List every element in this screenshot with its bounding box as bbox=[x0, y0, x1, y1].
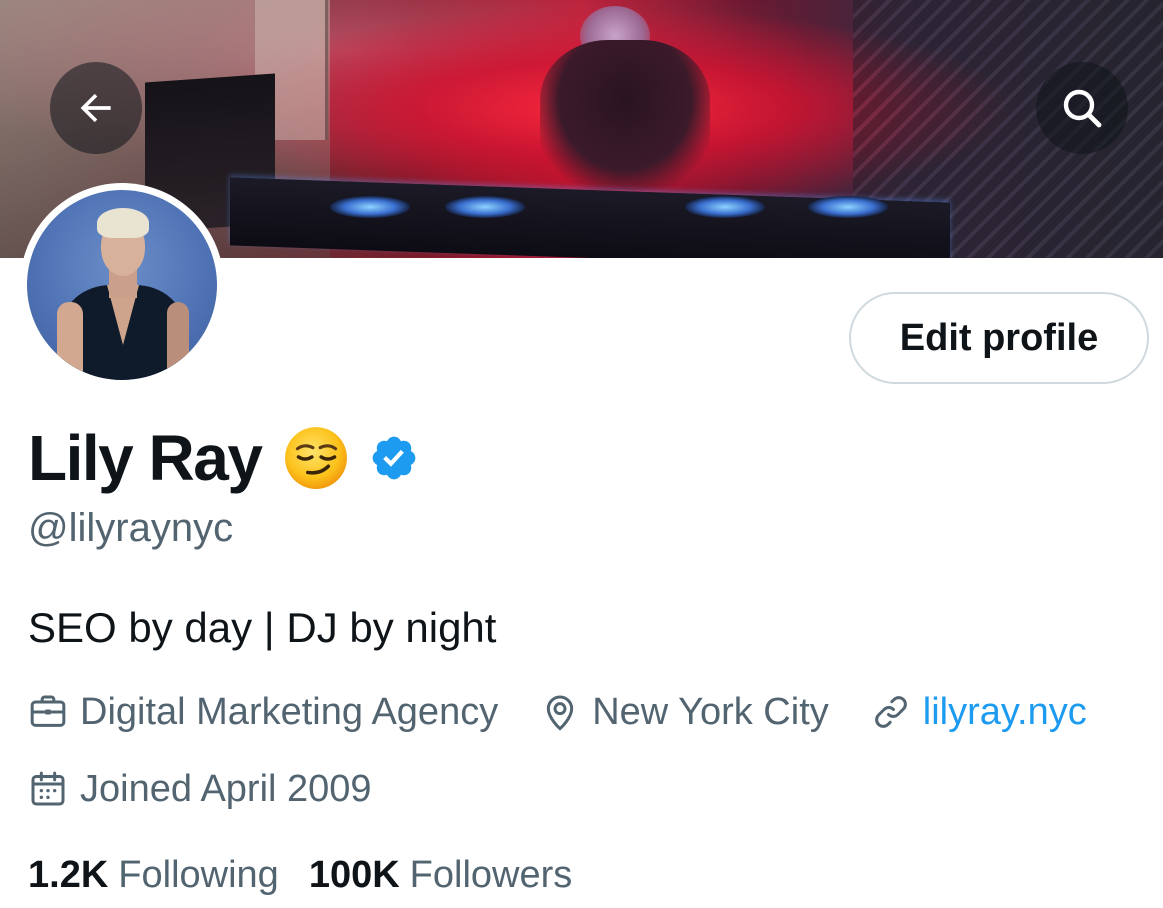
display-name: Lily Ray bbox=[28, 422, 263, 494]
banner-jog-wheel bbox=[685, 196, 765, 218]
banner-jog-wheel bbox=[445, 196, 525, 218]
followers-label: Followers bbox=[409, 853, 573, 896]
profile-category: Digital Marketing Agency bbox=[28, 691, 498, 734]
arrow-left-icon bbox=[80, 93, 111, 123]
following-label: Following bbox=[118, 853, 279, 896]
followers-link[interactable]: 100K Followers bbox=[309, 854, 572, 897]
verified-badge-icon bbox=[373, 436, 416, 480]
followers-count: 100K bbox=[308, 853, 400, 896]
banner-jog-wheel bbox=[808, 196, 888, 218]
profile-page: Edit profile Lily Ray @lilyraynyc SEO by… bbox=[0, 0, 1163, 908]
following-count: 1.2K bbox=[28, 853, 109, 896]
banner-dj-body bbox=[540, 40, 710, 190]
calendar-icon bbox=[31, 771, 65, 806]
profile-location: New York City bbox=[540, 691, 829, 734]
back-button[interactable] bbox=[50, 62, 142, 154]
location-pin-icon bbox=[547, 695, 574, 731]
profile-joined: Joined April 2009 bbox=[28, 768, 372, 811]
following-link[interactable]: 1.2K Following bbox=[28, 854, 279, 897]
profile-name-row: Lily Ray bbox=[28, 418, 419, 498]
profile-bio: SEO by day | DJ by night bbox=[28, 604, 497, 651]
joined-text: Joined April 2009 bbox=[80, 767, 372, 810]
website-link[interactable]: lilyray.nyc bbox=[923, 691, 1087, 734]
banner-jog-wheel bbox=[330, 196, 410, 218]
profile-website[interactable]: lilyray.nyc bbox=[871, 691, 1087, 734]
profile-handle: @lilyraynyc bbox=[28, 506, 234, 550]
smirking-face-emoji-icon bbox=[285, 427, 348, 489]
avatar-photo bbox=[27, 190, 217, 380]
category-text: Digital Marketing Agency bbox=[80, 690, 499, 733]
avatar[interactable] bbox=[20, 183, 224, 387]
profile-joined-row: Joined April 2009 bbox=[28, 762, 372, 816]
location-text: New York City bbox=[592, 690, 829, 733]
edit-profile-button[interactable]: Edit profile bbox=[849, 292, 1149, 384]
search-button[interactable] bbox=[1036, 62, 1128, 154]
search-icon bbox=[1063, 89, 1102, 128]
link-icon bbox=[874, 696, 907, 728]
profile-stats: 1.2K Following 100K Followers bbox=[28, 848, 602, 902]
profile-meta-row: Digital Marketing Agency New York City l… bbox=[28, 685, 1087, 739]
briefcase-icon bbox=[30, 695, 66, 727]
